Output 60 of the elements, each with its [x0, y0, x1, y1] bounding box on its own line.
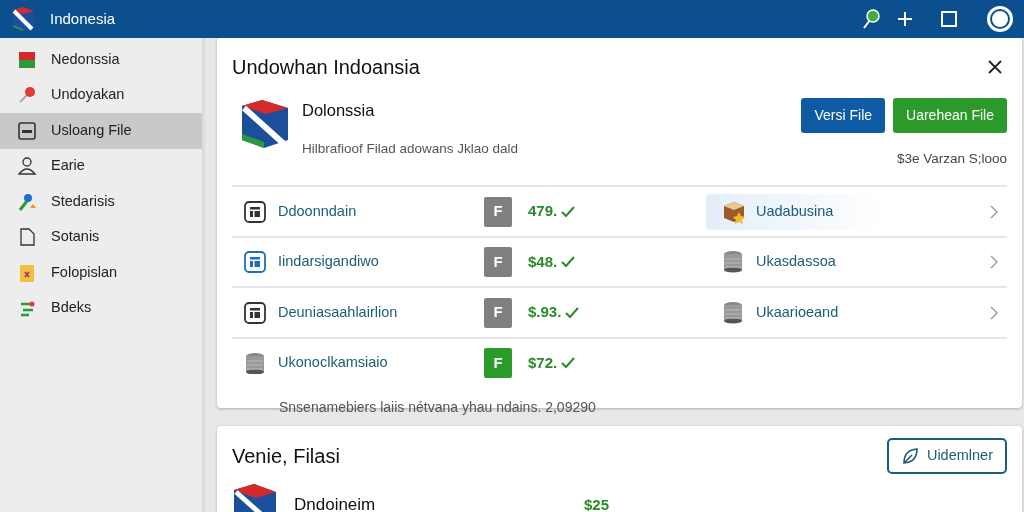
list-icon: [244, 251, 266, 273]
flag-icon: [17, 49, 37, 70]
list-icon: [244, 301, 266, 324]
chevron-right-icon[interactable]: [989, 304, 999, 321]
file-badge: F: [484, 297, 512, 328]
price-text: 479.: [528, 201, 558, 222]
sidebar-item[interactable]: Nedonssia: [0, 42, 202, 78]
sidebar-item[interactable]: Folopislan: [0, 255, 202, 291]
sidebar-item[interactable]: Undoyakan: [0, 77, 202, 113]
list-item[interactable]: Ukasdassoa: [706, 244, 886, 280]
file-badge: F: [484, 196, 512, 227]
app-name: Dolonssia: [302, 100, 376, 121]
user-icon: [17, 156, 37, 177]
file-badge: F: [484, 247, 512, 277]
sidebar-item[interactable]: Earie: [0, 148, 202, 184]
map-pin-icon: [17, 191, 37, 212]
close-icon[interactable]: [987, 59, 1003, 75]
file-badge: F: [484, 348, 512, 378]
logo-icon: [10, 5, 36, 33]
sidebar-item[interactable]: Bdeks: [0, 290, 202, 326]
cylinder-icon: [244, 352, 266, 374]
file-button[interactable]: Uarehean File: [893, 98, 1007, 133]
box-icon: [722, 199, 746, 224]
avatar-icon[interactable]: [986, 5, 1014, 33]
folder-icon: [17, 262, 37, 283]
check-icon: [561, 357, 576, 369]
check-icon: [561, 205, 576, 218]
description-text: Hilbrafioof Filad adowans Jklao dald: [302, 139, 520, 158]
item-name: Ukonoclkamsiaio: [278, 353, 388, 373]
check-icon: [561, 256, 576, 268]
plus-icon[interactable]: [896, 10, 914, 28]
sidebar-item[interactable]: Sotanis: [0, 219, 202, 255]
check-icon: [565, 306, 580, 319]
item-name: Deuniasaahlairlion: [278, 302, 398, 322]
item-name: Iindarsigandiwo: [278, 252, 379, 272]
app-logo-icon: [240, 98, 290, 150]
pin-icon[interactable]: [860, 8, 882, 30]
list-icon: [244, 200, 266, 223]
version-text: $3e Varzan S;looo: [896, 150, 1007, 168]
app-title: Indonesia: [50, 8, 116, 29]
chevron-right-icon[interactable]: [989, 203, 999, 220]
price-text: $25: [583, 494, 611, 512]
document-icon: [17, 227, 37, 248]
maximize-icon[interactable]: [940, 10, 958, 28]
leaf-icon: [900, 446, 919, 465]
chevron-right-icon[interactable]: [989, 254, 999, 270]
price-text: $72.: [528, 352, 558, 373]
footer-text: Snsenamebiers laiis nétvana yhau ndains. 2,09290: [278, 398, 597, 418]
price-text: $.93.: [528, 302, 562, 323]
outline-button[interactable]: Uidemlner: [886, 438, 1007, 474]
sidebar-item[interactable]: Stedarisis: [0, 184, 202, 220]
window-icon: [17, 120, 37, 141]
sidebar-item[interactable]: Usloang File: [0, 113, 202, 149]
item-name: Ddoonndain: [278, 201, 357, 221]
card-title: Venie, Filasi: [232, 443, 340, 469]
dialog-title: Undowhan Indoansia: [232, 55, 420, 80]
list-item[interactable]: Ukaarioeand: [706, 294, 889, 331]
price-text: $48.: [528, 251, 558, 272]
file-button[interactable]: Versi File: [801, 98, 886, 133]
item-name: Dndoineim: [294, 494, 376, 512]
